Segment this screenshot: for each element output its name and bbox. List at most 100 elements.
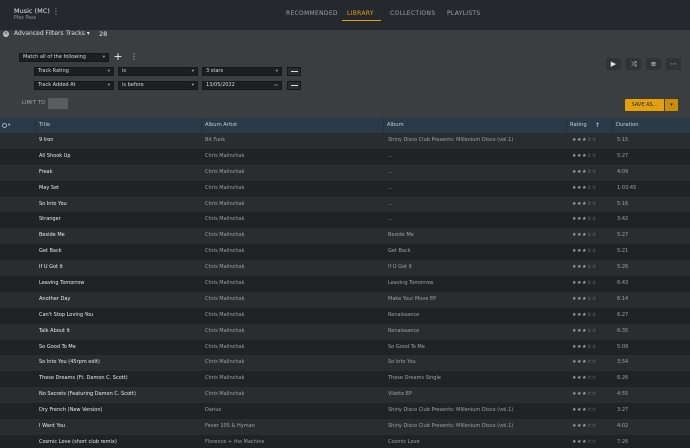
library-name[interactable]: Music (MC) — [14, 7, 50, 15]
track-rating[interactable]: ★★★☆☆ — [572, 387, 612, 403]
table-row[interactable]: Can't Stop Loving You Chris Malinchak Rena… — [0, 307, 690, 324]
track-title: Beside Me — [39, 232, 65, 239]
track-rating[interactable]: ★★★☆☆ — [572, 244, 612, 260]
track-album-artist: Chris Malinchak — [205, 359, 245, 366]
track-rating[interactable]: ★★★☆☆ — [572, 340, 612, 356]
track-album-artist: Chris Malinchak — [205, 216, 245, 223]
track-album: So Good To Me — [388, 343, 425, 350]
track-duration: 3:27 — [617, 407, 629, 414]
nav-tab-recommended[interactable]: RECOMMENDED — [286, 10, 338, 17]
track-rating[interactable]: ★★★☆☆ — [572, 197, 612, 213]
track-rating[interactable]: ★★★☆☆ — [572, 228, 612, 244]
column-settings-icon[interactable] — [2, 123, 7, 128]
table-row[interactable]: These Dreams (Ft. Damon C. Scott) Chris M… — [0, 371, 690, 388]
column-header-album[interactable]: Album — [383, 118, 566, 133]
track-album: ... — [388, 168, 393, 175]
track-rating[interactable]: ★★★☆☆ — [572, 212, 612, 228]
track-title: Cosmic Love (short club remix) — [39, 438, 117, 445]
chevron-down-icon: ▾ — [670, 102, 673, 108]
track-rating[interactable]: ★★★☆☆ — [572, 403, 612, 419]
table-row[interactable]: No Secrets (Featuring Damon C. Scott) Chr… — [0, 387, 690, 404]
table-row[interactable]: I Want You Fever 105 & Hyman Shiny Disco C… — [0, 419, 690, 435]
table-row[interactable]: Beside Me Chris Malinchak Beside Me ★★★☆☆ 5:… — [0, 228, 690, 245]
track-rating[interactable]: ★★★☆☆ — [572, 276, 612, 292]
add-to-playlist-button[interactable]: ≡ — [646, 58, 661, 70]
table-row[interactable]: Leaving Tomorrow Chris Malinchak Leaving T… — [0, 276, 690, 292]
close-filters-icon[interactable]: × — [3, 31, 9, 37]
table-row[interactable]: 9 Iron Bit Funk Shiny Disco Club Presents:… — [0, 133, 690, 149]
save-as-button[interactable]: SAVE AS... — [625, 99, 664, 111]
table-row[interactable]: Stranger Chris Malinchak... ★★★☆☆ 3:42 — [0, 212, 690, 229]
table-row[interactable]: Another Day Chris Malinchak Make Your Move… — [0, 291, 690, 308]
track-album-artist: Chris Malinchak — [205, 375, 245, 382]
track-album: Renaissance — [388, 311, 420, 318]
track-duration: 6:27 — [617, 311, 629, 318]
limit-to-label: LIMIT TO — [22, 101, 46, 106]
track-title: These Dreams (Ft. Damon C. Scott) — [39, 375, 128, 382]
table-row[interactable]: If U Got It Chris Malinchak If U Got It ★★★… — [0, 260, 690, 277]
arrow-up-icon: ↑ — [595, 122, 601, 129]
limit-to-input[interactable] — [48, 98, 68, 109]
column-header-title[interactable]: Title — [35, 118, 201, 133]
rule-2-operator[interactable]: is before ▾ — [118, 81, 198, 90]
table-row[interactable]: So Good To Me Chris Malinchak So Good To M… — [0, 339, 690, 356]
track-rating[interactable]: ★★★☆☆ — [572, 355, 612, 371]
table-row[interactable]: So Into You Chris Malinchak... ★★★☆☆ 5:16 — [0, 196, 690, 213]
track-rating[interactable]: ★★★☆☆ — [572, 165, 612, 181]
track-rating[interactable]: ★★★☆☆ — [572, 371, 612, 387]
chevron-down-icon[interactable]: ▾ — [8, 118, 10, 133]
track-rating[interactable]: ★★★☆☆ — [572, 308, 612, 324]
track-list: 9 Iron Bit Funk Shiny Disco Club Presents:… — [0, 133, 690, 448]
track-album-artist: Chris Malinchak — [205, 311, 245, 318]
track-rating[interactable]: ★★★☆☆ — [572, 181, 612, 197]
track-duration: 4:55 — [617, 391, 629, 398]
nav-tab-library[interactable]: LIBRARY — [347, 10, 374, 17]
track-rating[interactable]: ★★★☆☆ — [572, 324, 612, 340]
track-rating[interactable]: ★★★☆☆ — [572, 419, 612, 435]
save-options-button[interactable]: ▾ — [665, 99, 678, 111]
column-header-duration[interactable]: Duration — [612, 118, 690, 133]
add-rule-icon[interactable]: + — [113, 51, 123, 62]
track-duration: 3:42 — [617, 216, 629, 223]
track-rating[interactable]: ★★★☆☆ — [572, 133, 612, 149]
track-album-artist: Bit Funk — [205, 137, 226, 143]
nav-tab-collections[interactable]: COLLECTIONS — [390, 10, 435, 17]
column-header-rating[interactable]: Rating — [566, 118, 612, 133]
table-row[interactable]: Cosmic Love (short club remix) Florence +… — [0, 434, 690, 448]
table-row[interactable]: Freak Chris Malinchak... ★★★☆☆ 4:09 — [0, 164, 690, 181]
rule-2-field-label: Track Added At — [38, 82, 76, 88]
remove-rule-1-button[interactable] — [287, 67, 301, 76]
type-selector[interactable]: Tracks ▾ — [66, 30, 90, 38]
rule-2-field[interactable]: Track Added At ▾ — [34, 81, 114, 90]
table-row[interactable]: Dry French (New Version) Darius Shiny Disc… — [0, 403, 690, 420]
match-selector[interactable]: Match all of the following ▾ — [19, 53, 109, 62]
table-row[interactable]: Talk About It Chris Malinchak Renaissance ★… — [0, 323, 690, 340]
track-rating[interactable]: ★★★☆☆ — [572, 292, 612, 308]
table-row[interactable]: May Set Chris Malinchak... ★★★☆☆ 1:03:45 — [0, 180, 690, 197]
table-row[interactable]: Get Back Chris Malinchak Get Back ★★★☆☆ 5:21 — [0, 244, 690, 261]
track-title: So Into You — [39, 200, 67, 207]
track-rating[interactable]: ★★★☆☆ — [572, 260, 612, 276]
track-rating[interactable]: ★★★☆☆ — [572, 435, 612, 448]
nav-tab-playlists[interactable]: PLAYLISTS — [447, 10, 481, 17]
track-album: ... — [388, 152, 393, 159]
column-header-album-artist[interactable]: Album Artist — [201, 118, 383, 133]
rule-2-value[interactable]: 13/05/2022 ▭ — [202, 81, 282, 90]
library-more-icon[interactable]: ⋮ — [52, 8, 60, 16]
rule-2-operator-label: is before — [122, 82, 144, 88]
shuffle-button[interactable]: ⤨ — [626, 58, 641, 70]
rule-1-field[interactable]: Track Rating ▾ — [34, 67, 114, 76]
remove-rule-2-button[interactable] — [287, 81, 301, 90]
track-duration: 4:09 — [617, 168, 629, 175]
track-rating[interactable]: ★★★☆☆ — [572, 149, 612, 165]
track-title: Freak — [39, 168, 53, 175]
rule-1-operator[interactable]: is ▾ — [118, 67, 198, 76]
table-row[interactable]: All Shook Up Chris Malinchak... ★★★☆☆ 5:27 — [0, 148, 690, 165]
more-button[interactable]: ⋯ — [666, 58, 681, 70]
play-button[interactable]: ▶ — [606, 58, 621, 70]
result-count: 28 — [99, 30, 108, 38]
table-row[interactable]: So Into You (45rpm edit) Chris Malinchak S… — [0, 355, 690, 372]
rule-options-icon[interactable]: ⋮ — [130, 52, 138, 61]
track-duration: 3:54 — [617, 359, 629, 366]
rule-1-value[interactable]: 3 stars ▾ — [202, 67, 282, 76]
